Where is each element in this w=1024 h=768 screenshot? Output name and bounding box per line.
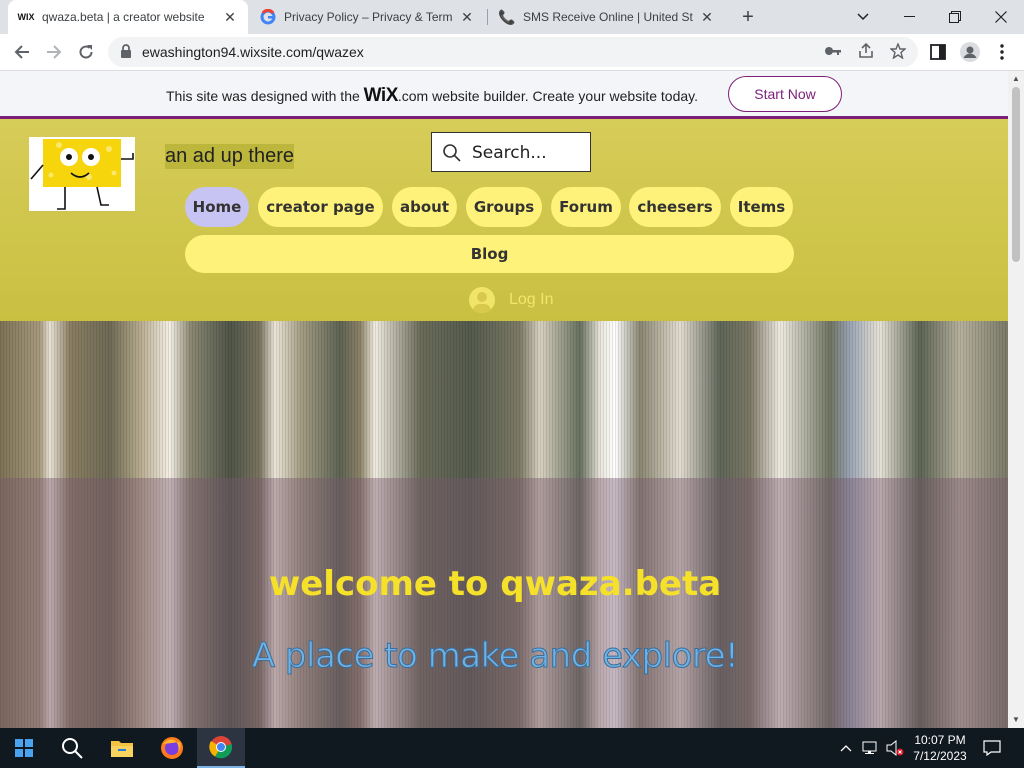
- windows-start-icon[interactable]: [0, 728, 48, 768]
- notifications-icon[interactable]: [980, 728, 1004, 768]
- firefox-icon[interactable]: [148, 728, 196, 768]
- wix-logo: WiX: [363, 85, 399, 106]
- address-bar[interactable]: ewashington94.wixsite.com/qwazex: [108, 37, 918, 67]
- ad-placeholder-text: an ad up there: [165, 144, 294, 169]
- profile-icon[interactable]: [956, 38, 984, 66]
- nav-groups[interactable]: Groups: [466, 187, 542, 227]
- tab-search-icon[interactable]: [840, 0, 886, 34]
- wix-favicon-icon: WIX: [17, 12, 35, 22]
- url-text: ewashington94.wixsite.com/qwazex: [142, 44, 364, 60]
- tab-sms-receive[interactable]: 📞 SMS Receive Online | United Stat ✕: [489, 0, 725, 34]
- minimize-icon[interactable]: [886, 0, 932, 34]
- file-explorer-icon[interactable]: [98, 728, 146, 768]
- scroll-down-icon[interactable]: ▼: [1008, 712, 1024, 726]
- site-header: an ad up there Home creator page about G…: [0, 119, 1008, 321]
- back-arrow-icon[interactable]: [8, 38, 36, 66]
- new-tab-icon[interactable]: +: [736, 5, 760, 29]
- nav-home[interactable]: Home: [185, 187, 249, 227]
- windows-taskbar: 10:07 PM 7/12/2023: [0, 728, 1024, 768]
- volume-muted-icon[interactable]: [884, 728, 906, 768]
- site-search[interactable]: [431, 132, 591, 172]
- chrome-icon[interactable]: [197, 728, 245, 768]
- share-icon[interactable]: [858, 42, 874, 64]
- web-page: This site was designed with the WiX.com …: [0, 71, 1008, 728]
- scroll-thumb[interactable]: [1012, 87, 1020, 262]
- search-input[interactable]: [472, 141, 584, 165]
- start-now-button[interactable]: Start Now: [728, 76, 842, 112]
- reload-icon[interactable]: [72, 38, 100, 66]
- cheese-mascot-logo[interactable]: [29, 137, 135, 211]
- forward-arrow-icon[interactable]: [40, 38, 68, 66]
- page-scrollbar[interactable]: ▲ ▼: [1008, 71, 1024, 728]
- wix-promo-text: This site was designed with the WiX.com …: [166, 85, 698, 107]
- clock-time: 10:07 PM: [914, 733, 966, 747]
- nav-cheesers[interactable]: cheesers: [629, 187, 721, 227]
- taskbar-clock[interactable]: 10:07 PM 7/12/2023: [905, 732, 975, 764]
- network-icon[interactable]: [860, 728, 882, 768]
- bookmark-star-icon[interactable]: [889, 42, 907, 64]
- nav-forum[interactable]: Forum: [551, 187, 621, 227]
- tab-title: SMS Receive Online | United Stat: [523, 10, 693, 24]
- nav-creator-page[interactable]: creator page: [258, 187, 383, 227]
- key-icon[interactable]: [824, 44, 842, 63]
- kebab-menu-icon[interactable]: [988, 38, 1016, 66]
- tray-overflow-chevron-icon[interactable]: [838, 728, 854, 768]
- scroll-up-icon[interactable]: ▲: [1008, 71, 1024, 85]
- tab-title: qwaza.beta | a creator website: [42, 10, 205, 24]
- close-window-icon[interactable]: [978, 0, 1024, 34]
- nav-blog[interactable]: Blog: [185, 235, 794, 273]
- promo-text-start: This site was designed with the: [166, 88, 360, 104]
- tab-title: Privacy Policy – Privacy & Terms –: [284, 10, 453, 24]
- search-icon: [443, 144, 461, 162]
- side-panel-icon[interactable]: [924, 38, 952, 66]
- close-tab-icon[interactable]: ✕: [699, 9, 715, 25]
- login-link[interactable]: Log In: [469, 287, 553, 313]
- hero-section: welcome to qwaza.beta A place to make an…: [0, 321, 1008, 728]
- tab-qwaza[interactable]: WIX qwaza.beta | a creator website ✕: [8, 0, 248, 34]
- close-tab-icon[interactable]: ✕: [459, 9, 475, 25]
- google-favicon-icon: [260, 9, 276, 25]
- nav-items[interactable]: Items: [730, 187, 793, 227]
- restore-icon[interactable]: [932, 0, 978, 34]
- taskbar-search-icon[interactable]: [48, 728, 96, 768]
- nav-about[interactable]: about: [392, 187, 457, 227]
- login-label: Log In: [509, 291, 554, 308]
- hero-title: welcome to qwaza.beta: [268, 564, 722, 604]
- tab-privacy-policy[interactable]: Privacy Policy – Privacy & Terms – ✕: [250, 0, 485, 34]
- tab-separator: [487, 9, 488, 25]
- wix-logo-suffix: .com: [397, 88, 429, 104]
- tab-strip: WIX qwaza.beta | a creator website ✕ Pri…: [0, 0, 1024, 34]
- phone-favicon-icon: 📞: [498, 8, 516, 25]
- lock-icon[interactable]: [120, 44, 132, 63]
- hero-subtitle: A place to make and explore!: [251, 636, 739, 677]
- user-avatar-icon: [469, 287, 495, 313]
- promo-text-end: website builder. Create your website tod…: [432, 88, 698, 104]
- browser-toolbar: ewashington94.wixsite.com/qwazex: [0, 34, 1024, 71]
- close-tab-icon[interactable]: ✕: [222, 9, 238, 25]
- clock-date: 7/12/2023: [913, 749, 967, 763]
- wix-promo-banner: This site was designed with the WiX.com …: [0, 71, 1008, 119]
